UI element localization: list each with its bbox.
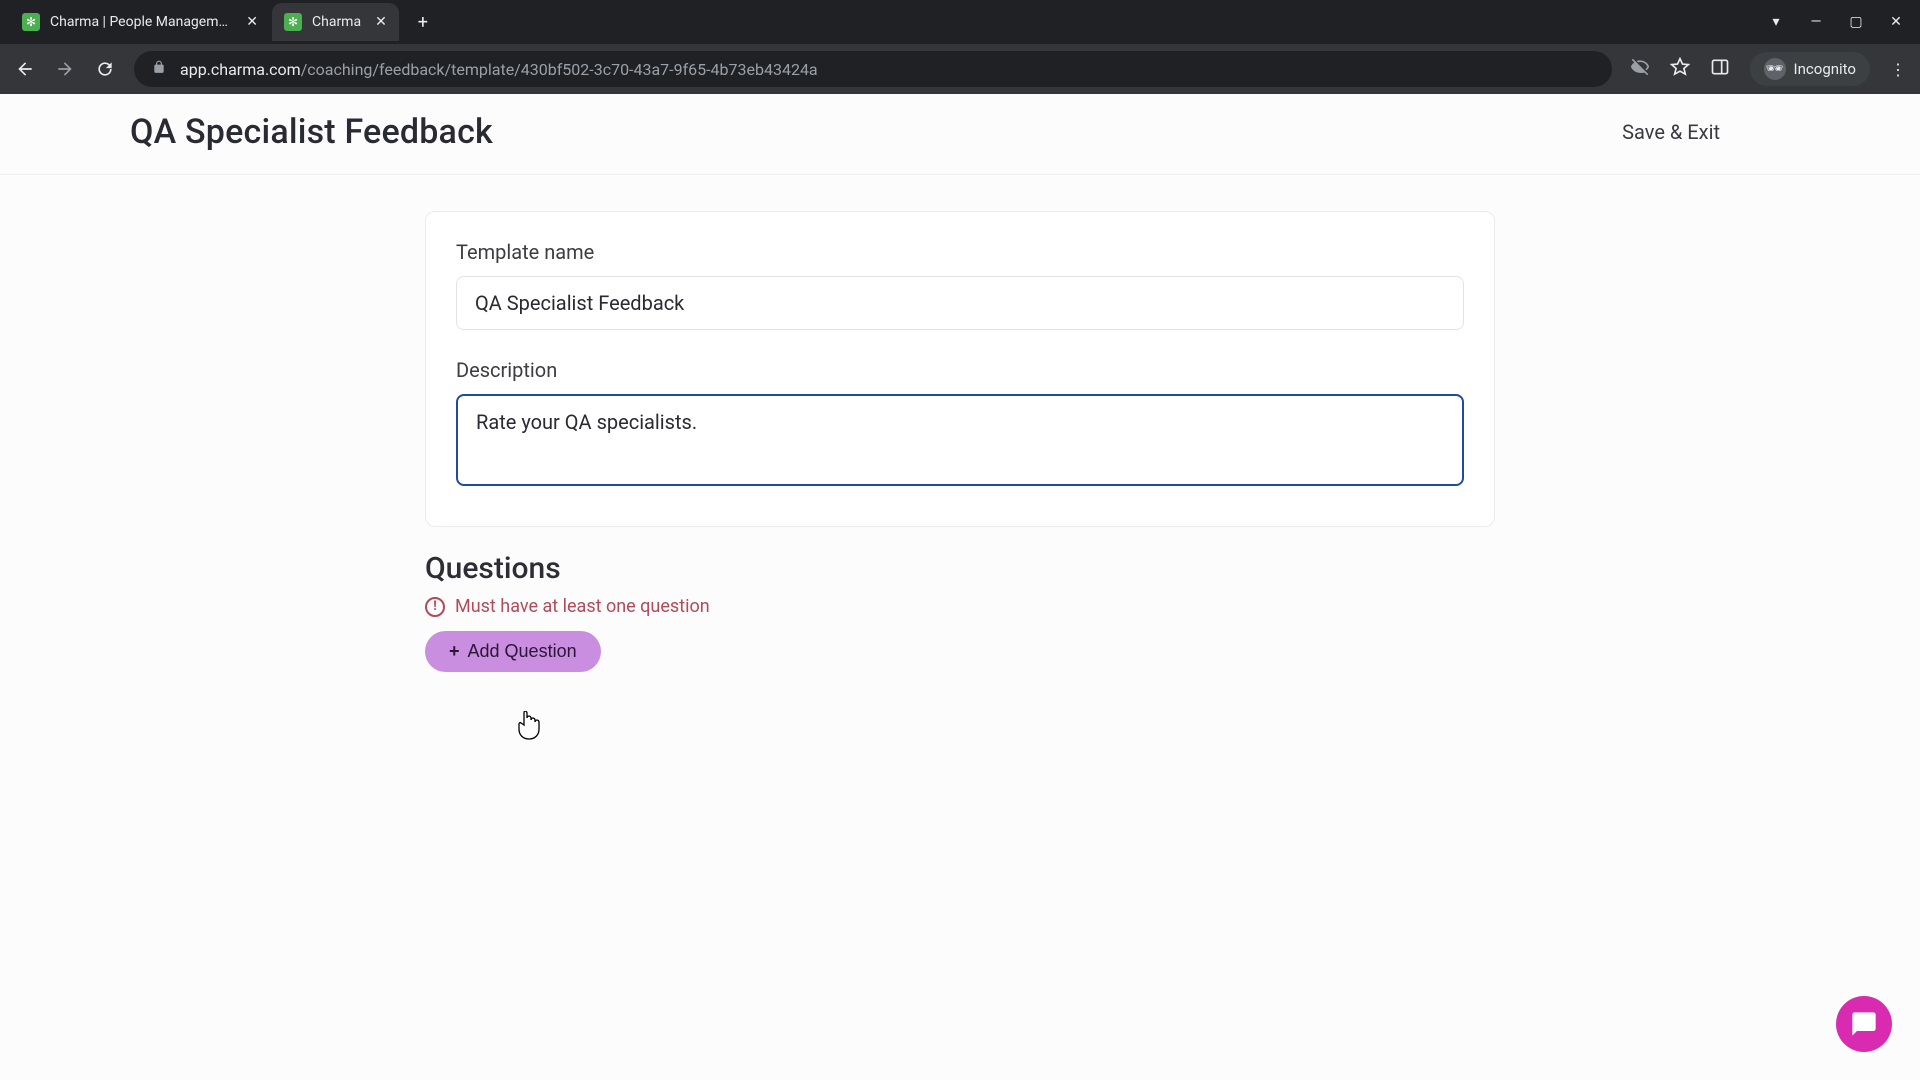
- page-title: QA Specialist Feedback: [130, 112, 493, 152]
- add-question-label: Add Question: [468, 641, 577, 662]
- favicon-icon: ✻: [284, 13, 302, 31]
- add-question-button[interactable]: + Add Question: [425, 631, 601, 672]
- browser-tab[interactable]: ✻ Charma | People Management S ✕: [10, 3, 270, 41]
- url-text: app.charma.com/coaching/feedback/templat…: [180, 60, 818, 79]
- incognito-label: Incognito: [1794, 60, 1856, 78]
- questions-section: Questions ! Must have at least one quest…: [425, 551, 1495, 672]
- star-icon[interactable]: [1670, 57, 1690, 81]
- description-label: Description: [456, 358, 1464, 382]
- content: Template name Description Questions ! Mu…: [0, 175, 1920, 672]
- description-field: Description: [456, 358, 1464, 490]
- url-field[interactable]: app.charma.com/coaching/feedback/templat…: [134, 51, 1612, 87]
- browser-chrome: ✻ Charma | People Management S ✕ ✻ Charm…: [0, 0, 1920, 94]
- page-header: QA Specialist Feedback Save & Exit: [0, 94, 1920, 175]
- close-icon[interactable]: ✕: [246, 14, 258, 30]
- maximize-icon[interactable]: ▢: [1846, 14, 1866, 30]
- forward-icon: [54, 58, 76, 80]
- questions-warning-text: Must have at least one question: [455, 596, 710, 617]
- lock-icon: [152, 60, 166, 78]
- chat-icon: [1850, 1010, 1878, 1038]
- template-name-input[interactable]: [456, 276, 1464, 330]
- panel-icon[interactable]: [1710, 57, 1730, 81]
- page: QA Specialist Feedback Save & Exit Templ…: [0, 94, 1920, 1080]
- window-controls: ▾ — ▢ ✕: [1766, 14, 1920, 30]
- minimize-icon[interactable]: —: [1806, 14, 1826, 30]
- template-name-label: Template name: [456, 240, 1464, 264]
- incognito-badge[interactable]: 🕶 Incognito: [1750, 52, 1870, 86]
- plus-icon: +: [449, 641, 460, 662]
- back-icon[interactable]: [14, 58, 36, 80]
- chat-fab[interactable]: [1836, 996, 1892, 1052]
- template-card: Template name Description: [425, 211, 1495, 527]
- template-name-field: Template name: [456, 240, 1464, 330]
- close-window-icon[interactable]: ✕: [1886, 14, 1906, 30]
- address-bar: app.charma.com/coaching/feedback/templat…: [0, 44, 1920, 94]
- tab-title: Charma | People Management S: [50, 14, 232, 30]
- description-input[interactable]: [456, 394, 1464, 486]
- incognito-icon: 🕶: [1764, 58, 1786, 80]
- favicon-icon: ✻: [22, 13, 40, 31]
- questions-heading: Questions: [425, 551, 1495, 586]
- eye-off-icon[interactable]: [1630, 57, 1650, 81]
- save-exit-button[interactable]: Save & Exit: [1622, 120, 1720, 144]
- tab-title: Charma: [312, 14, 361, 30]
- address-bar-right: 🕶 Incognito ⋮: [1630, 52, 1906, 86]
- new-tab-button[interactable]: +: [407, 6, 439, 38]
- tab-bar: ✻ Charma | People Management S ✕ ✻ Charm…: [0, 0, 1920, 44]
- pointer-cursor-icon: [516, 711, 542, 741]
- kebab-menu-icon[interactable]: ⋮: [1890, 60, 1906, 79]
- chevron-down-icon[interactable]: ▾: [1766, 14, 1786, 30]
- browser-tab[interactable]: ✻ Charma ✕: [272, 3, 399, 41]
- close-icon[interactable]: ✕: [375, 14, 387, 30]
- reload-icon[interactable]: [94, 58, 116, 80]
- alert-icon: !: [425, 597, 445, 617]
- questions-warning: ! Must have at least one question: [425, 596, 1495, 617]
